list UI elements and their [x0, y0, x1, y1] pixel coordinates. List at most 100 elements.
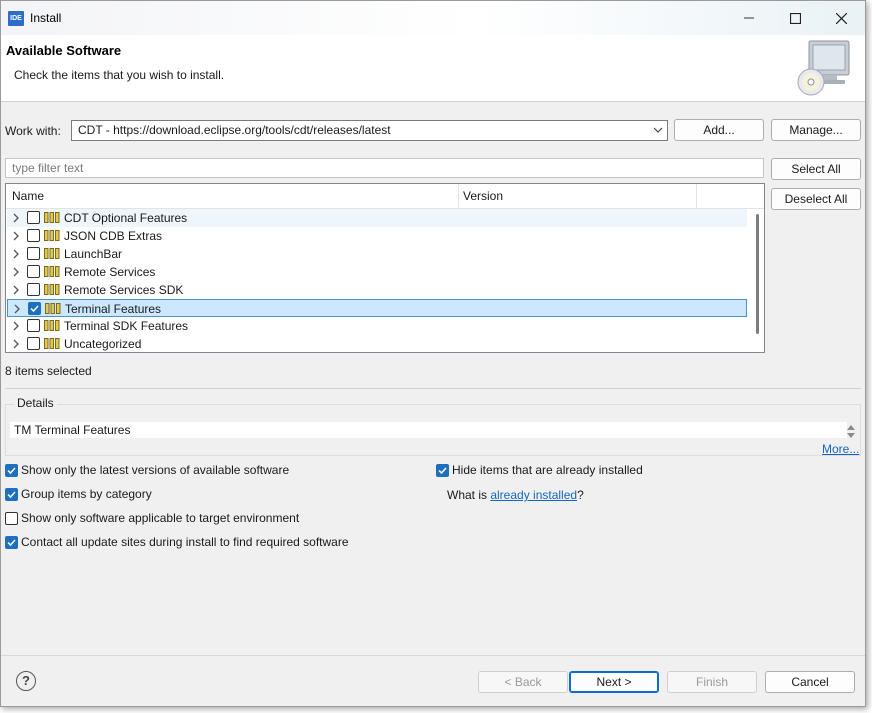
row-checkbox[interactable] [27, 283, 40, 296]
row-checkbox[interactable] [27, 247, 40, 260]
what-is-installed: What is already installed? [447, 488, 584, 502]
back-button[interactable]: < Back [478, 671, 568, 693]
group-by-category-checkbox[interactable] [5, 488, 18, 501]
close-button[interactable] [818, 3, 864, 33]
latest-versions-label: Show only the latest versions of availab… [21, 463, 290, 477]
tree-row[interactable]: Terminal Features [7, 299, 747, 317]
chevron-right-icon[interactable] [13, 304, 21, 314]
contact-update-sites-label: Contact all update sites during install … [21, 535, 349, 549]
tree-row[interactable]: JSON CDB Extras [7, 227, 747, 245]
tree-row[interactable]: Remote Services [7, 263, 747, 281]
help-icon[interactable]: ? [16, 671, 36, 691]
row-checkbox[interactable] [27, 337, 40, 350]
deselect-all-button[interactable]: Deselect All [771, 188, 861, 210]
category-icon [44, 248, 60, 259]
title-bar: IDE Install [1, 1, 865, 35]
category-icon [44, 266, 60, 277]
work-with-combo[interactable]: CDT - https://download.eclipse.org/tools… [71, 120, 668, 141]
more-link[interactable]: More... [822, 442, 859, 456]
work-with-value: CDT - https://download.eclipse.org/tools… [78, 123, 391, 137]
already-installed-link[interactable]: already installed [490, 488, 577, 502]
row-label: Remote Services [64, 265, 156, 279]
row-checkbox[interactable] [27, 229, 40, 242]
page-subtitle: Check the items that you wish to install… [14, 68, 225, 82]
row-label: CDT Optional Features [64, 211, 188, 225]
row-checkbox[interactable] [28, 302, 41, 315]
row-label: JSON CDB Extras [64, 229, 163, 243]
scroll-arrows-icon[interactable] [846, 422, 856, 440]
chevron-right-icon[interactable] [12, 249, 20, 259]
details-group: Details TM Terminal Features [5, 396, 861, 456]
maximize-button[interactable] [772, 3, 818, 33]
row-label: Terminal SDK Features [64, 319, 189, 333]
separator [5, 388, 861, 389]
category-icon [44, 230, 60, 241]
checkmark-icon [7, 539, 16, 547]
hide-installed-label: Hide items that are already installed [452, 463, 643, 477]
contact-update-sites-checkbox[interactable] [5, 536, 18, 549]
group-by-category-label: Group items by category [21, 487, 152, 501]
row-label: Remote Services SDK [64, 283, 184, 297]
row-checkbox[interactable] [27, 265, 40, 278]
column-divider [458, 184, 459, 208]
column-divider [696, 184, 697, 208]
ide-app-icon: IDE [8, 11, 24, 26]
row-label: Terminal Features [65, 302, 162, 316]
target-environment-label: Show only software applicable to target … [21, 511, 300, 525]
column-version[interactable]: Version [463, 189, 503, 203]
vertical-scrollbar[interactable] [756, 214, 759, 334]
maximize-icon [789, 12, 801, 24]
chevron-right-icon[interactable] [12, 339, 20, 349]
table-header: Name Version [6, 184, 764, 209]
software-tree[interactable]: Name Version CDT Optional Features JSON C… [5, 183, 765, 353]
category-icon [44, 284, 60, 295]
row-checkbox[interactable] [27, 211, 40, 224]
select-all-button[interactable]: Select All [771, 158, 861, 180]
finish-button[interactable]: Finish [667, 671, 757, 693]
wizard-header: Available Software Check the items that … [1, 35, 865, 102]
chevron-right-icon[interactable] [12, 321, 20, 331]
next-button[interactable]: Next > [569, 671, 659, 693]
what-is-suffix: ? [577, 488, 584, 502]
details-text-area[interactable]: TM Terminal Features [10, 422, 847, 438]
cancel-button[interactable]: Cancel [765, 671, 855, 693]
tree-row[interactable]: LaunchBar [7, 245, 747, 263]
minimize-icon [744, 17, 754, 19]
category-icon [44, 212, 60, 223]
category-icon [45, 303, 61, 314]
row-label: Uncategorized [64, 337, 142, 351]
category-icon [44, 320, 60, 331]
tree-row[interactable]: CDT Optional Features [7, 209, 747, 227]
close-icon [835, 12, 847, 24]
hide-installed-checkbox[interactable] [436, 464, 449, 477]
footer-separator [1, 655, 865, 656]
tree-row[interactable]: Terminal SDK Features [7, 317, 747, 335]
minimize-button[interactable] [726, 3, 772, 33]
checkmark-icon [7, 491, 16, 499]
chevron-down-icon [653, 127, 663, 133]
chevron-right-icon[interactable] [12, 213, 20, 223]
chevron-right-icon[interactable] [12, 285, 20, 295]
latest-versions-checkbox[interactable] [5, 464, 18, 477]
details-title: Details [14, 396, 57, 410]
chevron-right-icon[interactable] [12, 231, 20, 241]
tree-row[interactable]: Remote Services SDK [7, 281, 747, 299]
manage-sites-button[interactable]: Manage... [771, 119, 861, 141]
page-title: Available Software [6, 43, 122, 58]
target-environment-checkbox[interactable] [5, 512, 18, 525]
install-monitor-cd-icon [797, 40, 850, 96]
selected-count: 8 items selected [5, 364, 92, 378]
checkmark-icon [7, 467, 16, 475]
work-with-label: Work with: [5, 124, 61, 138]
chevron-right-icon[interactable] [12, 267, 20, 277]
details-text: TM Terminal Features [14, 423, 131, 437]
what-is-prefix: What is [447, 488, 491, 502]
tree-row[interactable]: Uncategorized [7, 335, 747, 352]
row-checkbox[interactable] [27, 319, 40, 332]
add-site-button[interactable]: Add... [674, 119, 764, 141]
checkmark-icon [438, 467, 447, 475]
category-icon [44, 338, 60, 349]
window-title: Install [30, 11, 62, 25]
filter-input[interactable] [5, 158, 764, 178]
column-name[interactable]: Name [12, 189, 44, 203]
